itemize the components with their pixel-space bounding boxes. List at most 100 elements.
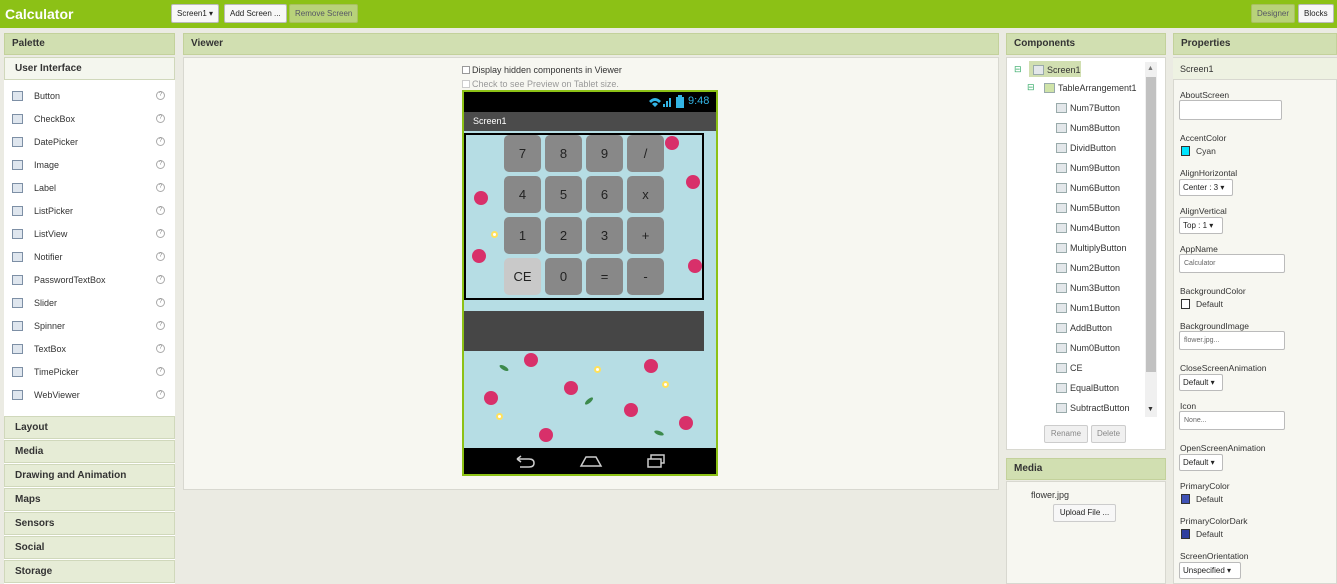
primary-color-dark-value[interactable]: Default bbox=[1196, 529, 1223, 539]
align-vertical-select[interactable]: Top : 1 ▾ bbox=[1179, 217, 1223, 234]
palette-category-user-interface[interactable]: User Interface bbox=[4, 57, 175, 80]
media-file[interactable]: flower.jpg bbox=[1031, 490, 1069, 500]
component-item[interactable]: DividButton bbox=[1056, 141, 1116, 155]
palette-item-notifier[interactable]: Notifier? bbox=[10, 249, 165, 265]
component-item[interactable]: Num9Button bbox=[1056, 161, 1120, 175]
component-item[interactable]: MultiplyButton bbox=[1056, 241, 1127, 255]
upload-file-button[interactable]: Upload File ... bbox=[1053, 504, 1116, 522]
component-item[interactable]: Num1Button bbox=[1056, 301, 1120, 315]
scroll-down-icon[interactable]: ▼ bbox=[1147, 406, 1154, 413]
table-arrangement[interactable]: 7 8 9/ 4 5 6 x 1 2 3 + CE 0 = - bbox=[464, 133, 704, 300]
accent-color-swatch[interactable] bbox=[1181, 146, 1190, 156]
collapse-icon[interactable]: ⊟ bbox=[1014, 64, 1022, 75]
calc-button[interactable]: 6 bbox=[586, 176, 623, 213]
rename-button[interactable]: Rename bbox=[1044, 425, 1088, 443]
calc-button[interactable]: 1 bbox=[504, 217, 541, 254]
help-icon[interactable]: ? bbox=[156, 183, 165, 192]
palette-item-datepicker[interactable]: DatePicker? bbox=[10, 134, 165, 150]
component-item[interactable]: CE bbox=[1056, 361, 1083, 375]
component-item[interactable]: AddButton bbox=[1056, 321, 1112, 335]
calc-button[interactable]: CE bbox=[504, 258, 541, 295]
primary-color-dark-swatch[interactable] bbox=[1181, 529, 1190, 539]
palette-item-label[interactable]: Label? bbox=[10, 180, 165, 196]
app-name-input[interactable]: Calculator bbox=[1179, 254, 1285, 273]
components-scrollbar-thumb[interactable] bbox=[1146, 77, 1156, 372]
calc-button[interactable]: 7 bbox=[504, 135, 541, 172]
palette-category-media[interactable]: Media bbox=[4, 440, 175, 463]
calc-button[interactable]: 8 bbox=[545, 135, 582, 172]
palette-category-sensors[interactable]: Sensors bbox=[4, 512, 175, 535]
palette-item-listpicker[interactable]: ListPicker? bbox=[10, 203, 165, 219]
help-icon[interactable]: ? bbox=[156, 137, 165, 146]
add-screen-button[interactable]: Add Screen ... bbox=[224, 4, 287, 23]
palette-item-timepicker[interactable]: TimePicker? bbox=[10, 364, 165, 380]
help-icon[interactable]: ? bbox=[156, 91, 165, 100]
screen-orientation-select[interactable]: Unspecified ▾ bbox=[1179, 562, 1241, 579]
calc-button[interactable]: 2 bbox=[545, 217, 582, 254]
calc-button[interactable]: 9 bbox=[586, 135, 623, 172]
component-table-arrangement[interactable]: TableArrangement1 bbox=[1044, 81, 1137, 95]
help-icon[interactable]: ? bbox=[156, 229, 165, 238]
palette-item-spinner[interactable]: Spinner? bbox=[10, 318, 165, 334]
component-screen1[interactable]: Screen1 bbox=[1033, 63, 1081, 77]
close-animation-select[interactable]: Default ▾ bbox=[1179, 374, 1223, 391]
calc-button[interactable]: / bbox=[627, 135, 664, 172]
component-item[interactable]: Num8Button bbox=[1056, 121, 1120, 135]
palette-item-button[interactable]: Button? bbox=[10, 88, 165, 104]
delete-button[interactable]: Delete bbox=[1091, 425, 1126, 443]
calc-button[interactable]: = bbox=[586, 258, 623, 295]
help-icon[interactable]: ? bbox=[156, 344, 165, 353]
tablet-preview-checkbox[interactable] bbox=[462, 80, 470, 88]
component-item[interactable]: SubtractButton bbox=[1056, 401, 1130, 415]
accent-color-value[interactable]: Cyan bbox=[1196, 146, 1216, 156]
background-image-input[interactable]: flower.jpg... bbox=[1179, 331, 1285, 350]
help-icon[interactable]: ? bbox=[156, 321, 165, 330]
palette-item-checkbox[interactable]: CheckBox? bbox=[10, 111, 165, 127]
component-item[interactable]: Num2Button bbox=[1056, 261, 1120, 275]
palette-item-slider[interactable]: Slider? bbox=[10, 295, 165, 311]
palette-category-maps[interactable]: Maps bbox=[4, 488, 175, 511]
calc-button[interactable]: 5 bbox=[545, 176, 582, 213]
calc-button[interactable]: x bbox=[627, 176, 664, 213]
help-icon[interactable]: ? bbox=[156, 252, 165, 261]
calc-button[interactable]: 0 bbox=[545, 258, 582, 295]
scroll-up-icon[interactable]: ▲ bbox=[1147, 65, 1154, 72]
component-item[interactable]: Num7Button bbox=[1056, 101, 1120, 115]
component-item[interactable]: EqualButton bbox=[1056, 381, 1119, 395]
screen-select[interactable]: Screen1 ▾ bbox=[171, 4, 220, 23]
palette-category-drawing-and-animation[interactable]: Drawing and Animation bbox=[4, 464, 175, 487]
component-item[interactable]: Num3Button bbox=[1056, 281, 1120, 295]
blocks-button[interactable]: Blocks bbox=[1298, 4, 1334, 23]
help-icon[interactable]: ? bbox=[156, 160, 165, 169]
primary-color-value[interactable]: Default bbox=[1196, 494, 1223, 504]
icon-input[interactable]: None... bbox=[1179, 411, 1285, 430]
help-icon[interactable]: ? bbox=[156, 390, 165, 399]
help-icon[interactable]: ? bbox=[156, 298, 165, 307]
result-display[interactable] bbox=[464, 311, 704, 351]
calc-button[interactable]: + bbox=[627, 217, 664, 254]
open-animation-select[interactable]: Default ▾ bbox=[1179, 454, 1223, 471]
calc-button[interactable]: 4 bbox=[504, 176, 541, 213]
palette-category-social[interactable]: Social bbox=[4, 536, 175, 559]
designer-button[interactable]: Designer bbox=[1251, 4, 1296, 23]
palette-item-passwordtextbox[interactable]: PasswordTextBox? bbox=[10, 272, 165, 288]
display-hidden-checkbox[interactable] bbox=[462, 66, 470, 74]
help-icon[interactable]: ? bbox=[156, 206, 165, 215]
align-horizontal-select[interactable]: Center : 3 ▾ bbox=[1179, 179, 1233, 196]
palette-item-image[interactable]: Image? bbox=[10, 157, 165, 173]
background-color-value[interactable]: Default bbox=[1196, 299, 1223, 309]
help-icon[interactable]: ? bbox=[156, 275, 165, 284]
component-item[interactable]: Num6Button bbox=[1056, 181, 1120, 195]
component-item[interactable]: Num0Button bbox=[1056, 341, 1120, 355]
palette-category-layout[interactable]: Layout bbox=[4, 416, 175, 439]
calc-button[interactable]: 3 bbox=[586, 217, 623, 254]
calc-button[interactable]: - bbox=[627, 258, 664, 295]
palette-item-textbox[interactable]: TextBox? bbox=[10, 341, 165, 357]
help-icon[interactable]: ? bbox=[156, 114, 165, 123]
remove-screen-button[interactable]: Remove Screen bbox=[289, 4, 359, 23]
about-screen-textarea[interactable] bbox=[1179, 100, 1282, 120]
help-icon[interactable]: ? bbox=[156, 367, 165, 376]
collapse-icon[interactable]: ⊟ bbox=[1027, 82, 1035, 93]
palette-item-webviewer[interactable]: WebViewer? bbox=[10, 387, 165, 403]
background-color-swatch[interactable] bbox=[1181, 299, 1190, 309]
